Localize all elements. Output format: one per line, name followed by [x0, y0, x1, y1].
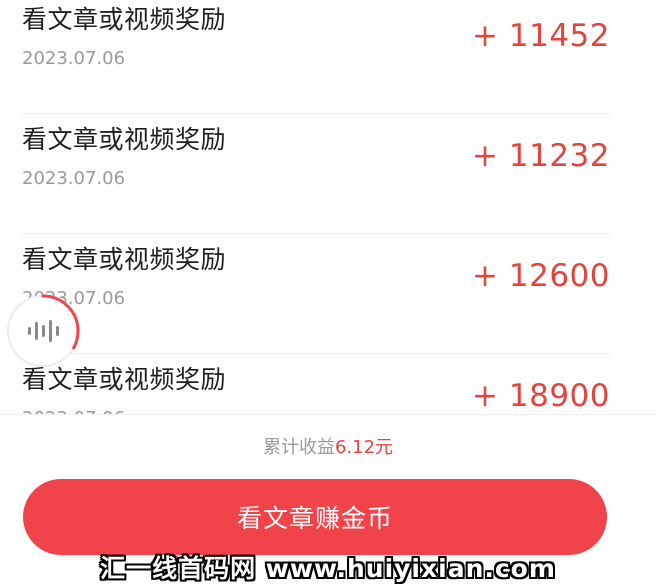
list-item[interactable]: 看文章或视频奖励 2023.07.06 + 18900 [22, 354, 610, 414]
list-item[interactable]: 看文章或视频奖励 2023.07.06 + 11232 [22, 114, 610, 234]
voice-reading-button[interactable] [5, 293, 81, 369]
record-date: 2023.07.06 [22, 406, 125, 414]
record-title: 看文章或视频奖励 [22, 245, 227, 274]
read-articles-earn-coins-button[interactable]: 看文章赚金币 [23, 479, 607, 555]
record-amount: + 12600 [472, 258, 610, 294]
total-earnings-amount: 6.12元 [334, 437, 394, 458]
watermark: 汇一线首码网 www.huiyixian.com [100, 554, 556, 583]
record-amount: + 11232 [472, 138, 610, 174]
voice-wave-icon [6, 294, 80, 368]
total-earnings: 累计收益6.12元 [0, 435, 656, 461]
record-date: 2023.07.06 [22, 48, 126, 69]
record-amount: + 18900 [472, 378, 610, 414]
list-item[interactable]: 看文章或视频奖励 2023.07.06 + 12600 [22, 234, 610, 354]
record-date: 2023.07.06 [22, 168, 126, 189]
bottom-bar: 累计收益6.12元 看文章赚金币 汇一线首码网 www.huiyixian.co… [0, 414, 656, 588]
list-item[interactable]: 看文章或视频奖励 2023.07.06 + 11452 [22, 0, 610, 114]
record-title: 看文章或视频奖励 [22, 5, 227, 34]
record-title: 看文章或视频奖励 [22, 125, 227, 154]
record-amount: + 11452 [472, 18, 610, 54]
total-earnings-label: 累计收益 [262, 437, 335, 458]
reward-record-list: 看文章或视频奖励 2023.07.06 + 11452 看文章或视频奖励 202… [0, 0, 656, 414]
